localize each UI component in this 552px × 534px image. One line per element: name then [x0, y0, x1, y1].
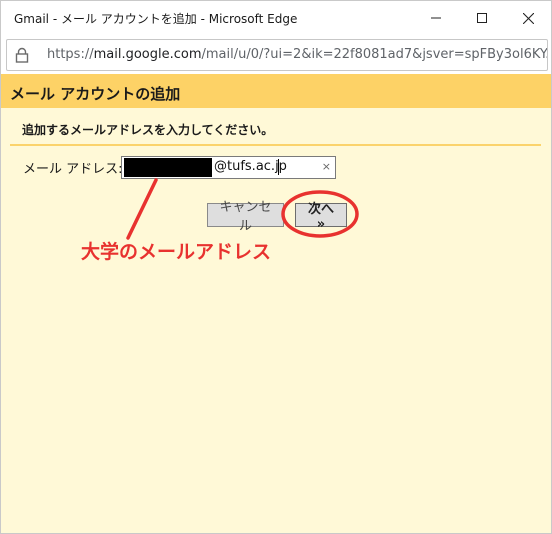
maximize-icon: [477, 13, 487, 23]
maximize-button[interactable]: [459, 1, 505, 35]
minimize-button[interactable]: [413, 1, 459, 35]
clear-icon[interactable]: ×: [322, 160, 331, 173]
window-title: Gmail - メール アカウントを追加 - Microsoft Edge: [14, 12, 298, 26]
cancel-button[interactable]: キャンセル: [207, 200, 284, 234]
url-host: mail.google.com: [93, 47, 202, 62]
dialog-content: メール アカウントの追加 追加するメールアドレスを入力してください。 メール ア…: [1, 74, 551, 533]
email-domain-text: @tufs.ac.jp: [214, 159, 287, 174]
instruction-text: 追加するメールアドレスを入力してください。: [22, 123, 274, 137]
browser-window: Gmail - メール アカウントを追加 - Microsoft Edge ht…: [0, 0, 552, 534]
url-path: /mail/u/0/?ui=2&ik=22f8081ad7&jsver=spFB…: [201, 47, 547, 62]
annotation-label: 大学のメールアドレス: [81, 241, 272, 263]
lock-icon: [15, 47, 29, 63]
minimize-icon: [431, 17, 441, 19]
url-field[interactable]: https://mail.google.com/mail/u/0/?ui=2&i…: [6, 39, 548, 71]
address-bar: https://mail.google.com/mail/u/0/?ui=2&i…: [1, 35, 551, 73]
close-button[interactable]: [505, 1, 551, 35]
header-divider: [10, 144, 541, 146]
title-bar: Gmail - メール アカウントを追加 - Microsoft Edge: [1, 1, 551, 35]
dialog-title: メール アカウントの追加: [10, 85, 181, 103]
next-button[interactable]: 次へ »: [295, 202, 347, 232]
url-prefix: https://: [47, 47, 94, 62]
redacted-username: [124, 158, 212, 177]
url-text: https://mail.google.com/mail/u/0/?ui=2&i…: [47, 47, 547, 62]
text-caret: [278, 159, 279, 175]
email-label: メール アドレス:: [23, 162, 123, 177]
dialog-header: メール アカウントの追加: [1, 74, 551, 108]
close-icon: [522, 12, 534, 24]
email-field[interactable]: @tufs.ac.jp ×: [121, 156, 336, 179]
